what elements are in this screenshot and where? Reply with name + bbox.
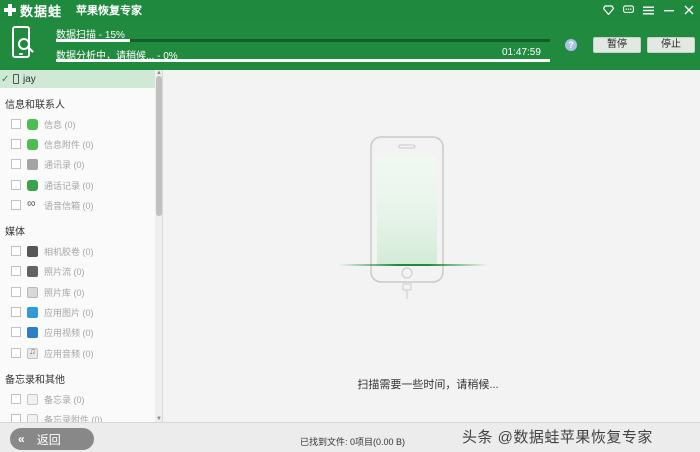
menu-icon[interactable] [643,5,654,16]
minimize-icon[interactable] [663,5,674,16]
checkbox[interactable] [11,327,21,337]
contacts-icon [27,158,38,170]
sidebar-item-label: 信息 (0) [44,119,76,130]
notes-attachment-icon [27,413,38,422]
footer-bar: « 返回 已找到文件: 0项目(0.00 B) 头条 @数据蛙苹果恢复专家 [0,422,700,452]
checkbox[interactable] [11,414,21,422]
checkbox[interactable] [11,266,21,276]
sidebar-item-label: 应用视频 (0) [44,327,94,338]
sidebar-item-label: 通话记录 (0) [44,180,94,191]
sidebar-item-label: 备忘录附件 (0) [44,414,103,423]
sidebar-item-app-videos[interactable]: 应用视频 (0) [11,325,94,339]
app-photo-icon [27,306,38,318]
photo-stream-icon [27,265,38,277]
check-icon: ✓ [1,73,10,85]
sidebar-item-notes-attachments[interactable]: 备忘录附件 (0) [11,412,103,422]
device-phone-icon [13,74,19,84]
app-video-icon [27,326,38,338]
sidebar-item-label: 备忘录 (0) [44,394,85,405]
stop-button[interactable]: 停止 [647,37,695,53]
sidebar-item-photo-library[interactable]: 照片库 (0) [11,285,85,299]
sidebar-item-notes[interactable]: 备忘录 (0) [11,392,85,406]
progress-header: 数据扫描 - 15% 数据分析中，请稍候... - 0% 01:47:59 ? … [0,20,700,70]
sidebar-item-label: 信息附件 (0) [44,139,94,150]
main-panel: 扫描需要一些时间，请稍候... [163,70,700,422]
sidebar-item-label: 照片流 (0) [44,266,85,277]
magnifier-icon [18,38,30,50]
sidebar-scrollbar[interactable]: ▲ ▼ [155,70,162,422]
scan-progress-bar [56,39,550,42]
checkbox[interactable] [11,246,21,256]
sidebar-item-camera-roll[interactable]: 相机胶卷 (0) [11,244,94,258]
scan-line [338,264,488,266]
sidebar-item-label: 通讯录 (0) [44,159,85,170]
scan-progress-fill [56,39,131,42]
voicemail-icon [27,196,38,211]
close-icon[interactable] [683,5,694,16]
app-logo: 数据蛙 [0,0,62,20]
sidebar-item-voicemail[interactable]: 语音信箱 (0) [11,196,94,212]
sidebar-item-call-log[interactable]: 通话记录 (0) [11,178,94,192]
sidebar-item-messages[interactable]: 信息 (0) [11,117,76,131]
elapsed-time: 01:47:59 [502,47,541,58]
checkbox[interactable] [11,119,21,129]
iphone-illustration [370,136,444,300]
analysis-progress-bar [56,59,550,62]
app-subtitle: 苹果恢复专家 [76,5,143,17]
sidebar-item-label: 应用图片 (0) [44,307,94,318]
sidebar-item-app-audio[interactable]: 应用音频 (0) [11,346,94,360]
chat-icon[interactable] [623,5,634,16]
sidebar-item-photo-stream[interactable]: 照片流 (0) [11,264,85,278]
scrollbar-thumb[interactable] [156,76,162,216]
checkbox[interactable] [11,200,21,210]
scan-message: 扫描需要一些时间，请稍候... [357,379,499,391]
sidebar-item-label: 语音信箱 (0) [44,200,94,211]
device-row[interactable]: ✓ jay [0,70,155,88]
found-files-status: 已找到文件: 0项目(0.00 B) [300,437,406,447]
sidebar-item-label: 相机胶卷 (0) [44,246,94,257]
double-chevron-left-icon: « [18,432,25,446]
sidebar-item-contacts[interactable]: 通讯录 (0) [11,157,85,171]
sidebar-item-app-photos[interactable]: 应用图片 (0) [11,305,94,319]
checkbox[interactable] [11,180,21,190]
checkbox[interactable] [11,307,21,317]
logo-text: 数据蛙 [20,3,63,19]
help-icon[interactable]: ? [565,39,577,51]
window-controls [603,0,694,20]
checkbox[interactable] [11,287,21,297]
sidebar-item-label: 应用音频 (0) [44,348,94,359]
category-title: 备忘录和其他 [5,375,65,386]
message-attachment-icon [27,138,38,150]
notes-icon [27,393,38,405]
watermark: 头条 @数据蛙苹果恢复专家 [462,429,653,446]
category-sidebar: ✓ jay 信息和联系人 信息 (0) 信息附件 (0) 通讯录 (0) 通话记… [0,70,163,422]
app-audio-icon [27,346,38,359]
camera-roll-icon [27,245,38,257]
logo-plus-icon [4,4,16,16]
sidebar-item-label: 照片库 (0) [44,287,85,298]
checkbox[interactable] [11,348,21,358]
category-title: 媒体 [5,227,25,238]
category-title: 信息和联系人 [5,100,65,111]
checkbox[interactable] [11,159,21,169]
checkbox[interactable] [11,139,21,149]
back-label: 返回 [36,432,61,447]
back-button[interactable]: « 返回 [10,428,94,450]
title-bar: 数据蛙 苹果恢复专家 [0,0,700,20]
checkbox[interactable] [11,394,21,404]
message-icon [27,118,38,130]
photo-library-icon [27,286,38,298]
call-log-icon [27,179,38,191]
pause-button[interactable]: 暂停 [593,37,641,53]
diamond-icon[interactable] [603,5,614,16]
device-name: jay [23,73,36,85]
sidebar-item-message-attachments[interactable]: 信息附件 (0) [11,137,94,151]
